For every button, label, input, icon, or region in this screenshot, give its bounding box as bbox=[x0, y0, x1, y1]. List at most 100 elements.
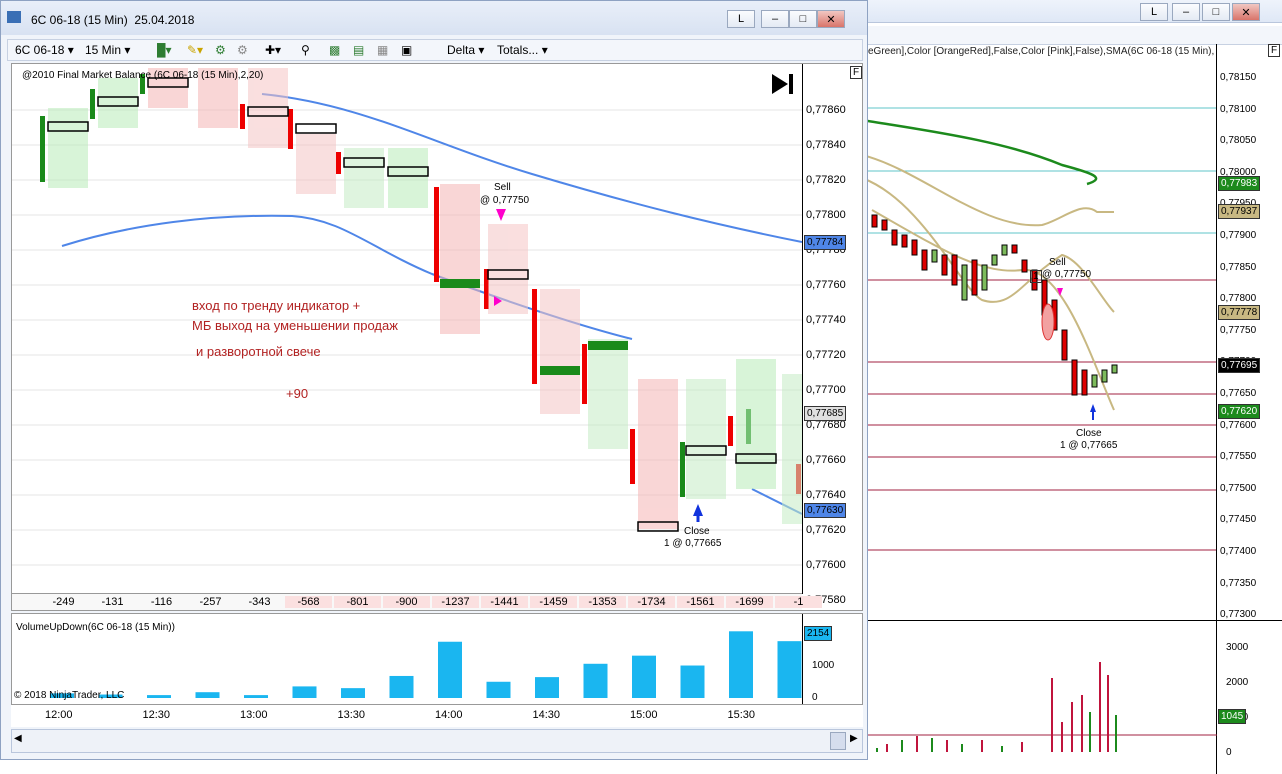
annotation-line-1: вход по тренду индикатор + bbox=[192, 298, 361, 313]
maximize-button[interactable]: □ bbox=[789, 10, 817, 28]
instrument-selector[interactable]: 6C 06-18 ▾ bbox=[12, 42, 77, 58]
template-icon[interactable]: ▦ bbox=[374, 42, 391, 58]
delta-cell: -1459 bbox=[530, 596, 577, 608]
close-button[interactable]: ✕ bbox=[817, 10, 845, 28]
bg-price-axis-label: 0,77550 bbox=[1220, 451, 1257, 463]
delta-cell: -343 bbox=[236, 596, 283, 608]
delta-cell: -1353 bbox=[579, 596, 626, 608]
delta-row: -249 -131 -116 -257 -343 -568 -801 -900 -1237 -14… bbox=[12, 593, 822, 610]
time-axis-label: 15:00 bbox=[630, 709, 658, 721]
bg-sell-qty: 1 bbox=[1030, 270, 1042, 283]
link-button[interactable]: L bbox=[727, 10, 755, 28]
bg-price-axis-label: 0,77900 bbox=[1220, 230, 1257, 241]
window-title: 6C 06-18 (15 Min) 25.04.2018 bbox=[31, 13, 195, 27]
minimize-button[interactable]: – bbox=[761, 10, 789, 28]
price-axis-label: 0,77640 bbox=[806, 489, 846, 501]
price-axis-label: 0,77600 bbox=[806, 559, 846, 571]
price-axis-label: 0,77760 bbox=[806, 279, 846, 291]
bg-vol-axis-0: 0 bbox=[1226, 747, 1232, 758]
volume-bar bbox=[438, 641, 462, 698]
price-axis-label: 0,77800 bbox=[806, 209, 846, 221]
bg-indicator-label: eGreen],Color [OrangeRed],False,Color [P… bbox=[868, 46, 1215, 57]
totals-menu[interactable]: Totals... ▾ bbox=[494, 42, 551, 58]
volume-bar bbox=[729, 631, 753, 698]
bg-price-tag-olive: 0,77937 bbox=[1218, 204, 1261, 219]
bg-price-axis-label: 0,78150 bbox=[1220, 72, 1257, 83]
delta-menu[interactable]: Delta ▾ bbox=[444, 42, 487, 58]
indicator-label: @2010 Final Market Balance (6C 06-18 (15… bbox=[22, 70, 264, 81]
price-axis-label: 0,77660 bbox=[806, 454, 846, 466]
delta-cell: -1699 bbox=[726, 596, 773, 608]
bg-vol-axis-3000: 3000 bbox=[1226, 642, 1249, 653]
time-axis-label: 12:00 bbox=[45, 709, 73, 721]
chart-toolbar: 6C 06-18 ▾ 15 Min ▾ █▾ ✎▾ ⚙ ⚙ ✚▾ ⚲ ▩ ▤ ▦… bbox=[7, 39, 863, 61]
delta-cell: -131 bbox=[89, 596, 136, 608]
bg-minimize-button[interactable]: – bbox=[1172, 3, 1200, 21]
horizontal-scrollbar[interactable]: ◀ ▶ bbox=[11, 729, 863, 753]
bar-type-icon[interactable]: █▾ bbox=[154, 42, 175, 58]
bg-close-price: 1 @ 0,77665 bbox=[1060, 440, 1118, 451]
price-axis-label: 0,77720 bbox=[806, 349, 846, 361]
delta-cell: -1561 bbox=[677, 596, 724, 608]
price-axis-label: 0,77740 bbox=[806, 314, 846, 326]
bg-sell-price: @ 0,77750 bbox=[1042, 269, 1092, 280]
delta-cell: -801 bbox=[334, 596, 381, 608]
indicator-icon[interactable]: ⚙ bbox=[212, 42, 229, 58]
time-axis-label: 13:00 bbox=[240, 709, 268, 721]
scroll-right-icon[interactable]: ▶ bbox=[850, 733, 858, 744]
volume-bar bbox=[244, 695, 268, 698]
close-price: 1 @ 0,77665 bbox=[664, 538, 722, 549]
price-tag-2: 0,77685 bbox=[804, 406, 847, 421]
volume-panel: VolumeUpDown(6C 06-18 (15 Min)) © 2018 N… bbox=[11, 613, 863, 705]
bg-price-axis-label: 0,77350 bbox=[1220, 577, 1257, 589]
strategy-icon[interactable]: ⚙ bbox=[234, 42, 251, 58]
bg-price-axis-label: 0,77800 bbox=[1220, 293, 1257, 305]
bg-price-tag-green: 0,77983 bbox=[1218, 176, 1261, 191]
sell-price: @ 0,77750 bbox=[480, 195, 530, 206]
time-axis-label: 14:00 bbox=[435, 709, 463, 721]
volume-bar bbox=[341, 688, 365, 698]
background-chart-window: L – □ ✕ eGreen],Color [OrangeRed],False,… bbox=[862, 0, 1282, 774]
bg-price-axis-label: 0,77400 bbox=[1220, 546, 1257, 557]
delta-cell: -249 bbox=[40, 596, 87, 608]
f-button[interactable]: F bbox=[850, 66, 862, 79]
bars-icon[interactable]: ▤ bbox=[350, 42, 367, 58]
bg-price-axis-label: 0,77650 bbox=[1220, 388, 1257, 399]
volume-bars bbox=[50, 631, 802, 698]
vol-axis-0: 0 bbox=[812, 692, 818, 703]
delta-cell: -568 bbox=[285, 596, 332, 608]
price-axis-label: 0,77820 bbox=[806, 174, 846, 186]
volume-bar bbox=[535, 677, 559, 698]
time-axis-label: 13:30 bbox=[337, 709, 366, 721]
interval-selector[interactable]: 15 Min ▾ bbox=[82, 42, 133, 58]
bg-price-axis-label: 0,77850 bbox=[1220, 261, 1257, 273]
scroll-left-icon[interactable]: ◀ bbox=[14, 733, 22, 744]
bg-panel-separator bbox=[862, 620, 1282, 621]
bg-close-button[interactable]: ✕ bbox=[1232, 3, 1260, 21]
bg-price-axis-label: 0,77500 bbox=[1220, 482, 1257, 494]
bg-link-button[interactable]: L bbox=[1140, 3, 1168, 21]
draw-pencil-icon[interactable]: ✎▾ bbox=[184, 42, 206, 58]
properties-icon[interactable]: ▣ bbox=[398, 42, 415, 58]
volume-bar bbox=[680, 665, 705, 698]
bg-price-axis-label: 0,77450 bbox=[1220, 514, 1257, 526]
price-axis-label: 0,77840 bbox=[806, 139, 846, 151]
delta-cell: -1 bbox=[775, 596, 822, 608]
chart-style-icon[interactable]: ▩ bbox=[326, 42, 343, 58]
volume-bar bbox=[583, 663, 608, 698]
bg-sell-label: Sell bbox=[1049, 257, 1066, 268]
zoom-icon[interactable]: ⚲ bbox=[298, 42, 313, 58]
delta-cell: -257 bbox=[187, 596, 234, 608]
scroll-thumb[interactable] bbox=[830, 732, 846, 750]
footprint-chart bbox=[12, 68, 802, 566]
time-axis-label: 15:30 bbox=[727, 709, 756, 721]
price-chart-panel[interactable]: @2010 Final Market Balance (6C 06-18 (15… bbox=[11, 63, 863, 611]
bg-price-tag-olive2: 0,77778 bbox=[1218, 305, 1261, 320]
vol-axis-line bbox=[802, 614, 803, 704]
volume-bar bbox=[486, 681, 511, 698]
crosshair-icon[interactable]: ✚▾ bbox=[262, 42, 284, 58]
bg-maximize-button[interactable]: □ bbox=[1202, 3, 1230, 21]
bg-f-button[interactable]: F bbox=[1268, 44, 1280, 57]
copyright: © 2018 NinjaTrader, LLC bbox=[14, 690, 125, 701]
bg-price-tag-green2: 0,77620 bbox=[1218, 404, 1261, 419]
